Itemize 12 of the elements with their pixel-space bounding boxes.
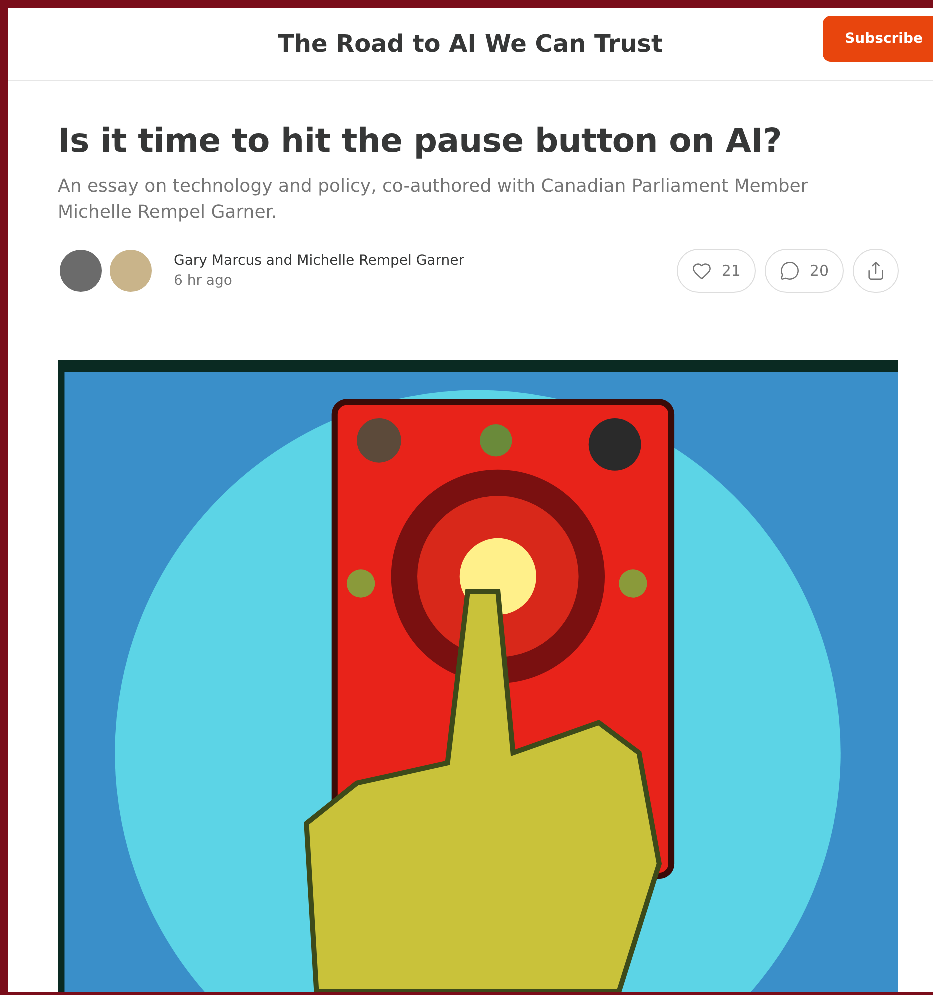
post-subtitle: An essay on technology and policy, co-authored with Canadian Parliament Member Michelle Rempel Garner. xyxy=(58,175,810,225)
speech-bubble-icon xyxy=(780,261,800,281)
post-time: 6 hr ago xyxy=(174,273,234,289)
author-names[interactable]: Gary Marcus and Michelle Rempel Garner xyxy=(174,253,464,269)
share-icon xyxy=(866,261,886,281)
share-button[interactable] xyxy=(853,249,899,293)
subscribe-button[interactable]: Subscribe xyxy=(823,16,933,62)
heart-icon xyxy=(692,261,712,281)
publication-title[interactable]: The Road to AI We Can Trust xyxy=(278,30,663,58)
like-button[interactable]: 21 xyxy=(676,249,756,293)
comment-button[interactable]: 20 xyxy=(764,249,844,293)
post-title: Is it time to hit the pause button on AI? xyxy=(58,121,783,160)
